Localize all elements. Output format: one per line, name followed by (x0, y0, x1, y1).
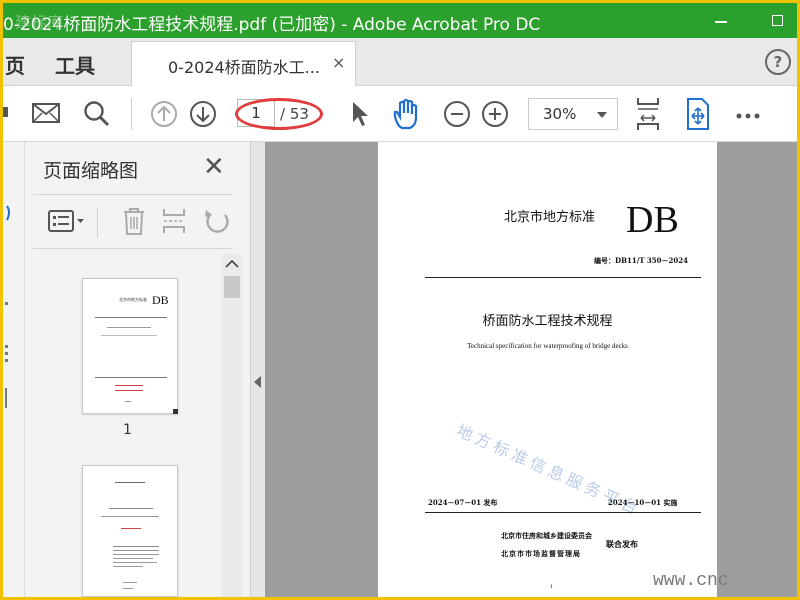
doc-issuer-2: 北京市市场监督管理局 (501, 549, 581, 558)
window-title: 0-2024桥面防水工程技术规程.pdf (已加密) - Adobe Acrob… (3, 15, 541, 35)
mail-icon (32, 103, 60, 123)
fit-page-button[interactable] (635, 96, 661, 136)
scrollbar-thumb[interactable] (224, 276, 240, 298)
page-thumbnail-1-number: 1 (123, 422, 132, 438)
thumb-authority: 北京市地方标准 (119, 297, 147, 302)
panel-divider (33, 248, 233, 249)
arrow-up-icon (151, 101, 177, 127)
hand-icon (393, 98, 418, 130)
help-button[interactable]: ? (765, 49, 791, 75)
next-page-button[interactable] (189, 100, 217, 132)
doc-db-mark: DB (626, 199, 679, 241)
zoom-in-button[interactable] (481, 100, 509, 132)
select-tool-button[interactable] (349, 100, 371, 132)
thumb-db-mark: DB (152, 293, 169, 307)
zoom-value: 30% (543, 105, 577, 123)
zoom-out-button[interactable] (443, 100, 471, 132)
doc-page-number: 1 (550, 584, 554, 590)
insert-page-icon (163, 209, 185, 233)
scroll-mode-button[interactable] (684, 96, 712, 136)
fit-page-icon (637, 98, 659, 130)
doc-joint-issue: 联合发布 (606, 539, 638, 549)
search-button[interactable] (83, 100, 111, 132)
thumbnail-scrollbar[interactable] (222, 254, 242, 597)
zoom-select[interactable]: 30% (528, 98, 618, 130)
panel-title: 页面缩略图 (43, 160, 139, 182)
tab-document[interactable]: 0-2024桥面防水工... × (131, 41, 356, 86)
doc-code: 编号：DB11/T 350－2024 (594, 256, 689, 265)
doc-rule-top (425, 277, 701, 278)
chevron-up-icon[interactable] (225, 258, 239, 268)
toolbar: 1 / 53 30% (3, 86, 797, 142)
zoom-out-icon (444, 101, 470, 127)
email-button[interactable] (31, 101, 61, 129)
save-button[interactable] (3, 104, 9, 120)
more-dots-icon (736, 113, 760, 119)
collapse-arrow-icon[interactable] (254, 376, 261, 388)
hand-tool-button[interactable] (391, 98, 421, 134)
doc-publish-date: 2024－07－01 发布 (428, 498, 498, 507)
rotate-icon (205, 210, 229, 233)
minimize-button[interactable] (706, 7, 736, 33)
rail-icons (5, 205, 10, 408)
maximize-button[interactable] (763, 7, 793, 33)
doc-authority: 北京市地方标准 (504, 210, 596, 225)
more-tools-button[interactable] (735, 106, 761, 125)
doc-implement-date: 2024－10－01 实施 (608, 498, 678, 507)
tab-close-button[interactable]: × (332, 53, 345, 72)
maximize-icon (772, 15, 783, 26)
page-thumbnail-2[interactable] (82, 465, 178, 597)
site-watermark: www.cnc (653, 571, 729, 591)
thumbnail-options-button[interactable] (47, 208, 87, 238)
cursor-arrow-icon (353, 102, 368, 126)
document-page: 北京市地方标准 DB 编号：DB11/T 350－2024 桥面防水工程技术规程… (378, 142, 717, 597)
corner-watermark: 建标库 (15, 13, 64, 32)
left-navigation-rail (3, 142, 25, 597)
toolbar-separator (131, 98, 132, 130)
arrow-down-icon (190, 101, 216, 127)
panel-close-button[interactable]: ✕ (203, 152, 225, 182)
panel-divider (33, 194, 233, 195)
minimize-icon (715, 21, 727, 23)
previous-page-button[interactable] (150, 100, 178, 132)
doc-rule-bottom (425, 512, 701, 513)
app-window: 0-2024桥面防水工程技术规程.pdf (已加密) - Adobe Acrob… (3, 3, 797, 597)
options-menu-icon (48, 210, 84, 232)
tab-document-label: 0-2024桥面防水工... (168, 58, 320, 77)
page-thumbnail-1[interactable]: 北京市地方标准 DB (82, 278, 178, 414)
trash-icon (124, 208, 144, 235)
tab-bar: 页 工具 0-2024桥面防水工... × ? (3, 38, 797, 86)
search-icon (84, 101, 110, 127)
tab-tools[interactable]: 工具 (55, 50, 95, 79)
rotate-button[interactable] (203, 206, 231, 240)
chevron-down-icon (597, 112, 607, 118)
save-icon (3, 107, 8, 117)
panel-separator (97, 208, 98, 238)
scroll-mode-icon (687, 98, 709, 130)
doc-issuer-1: 北京市住房和城乡建设委员会 (501, 531, 592, 540)
doc-title-cn: 桥面防水工程技术规程 (482, 314, 613, 329)
insert-page-button[interactable] (161, 206, 187, 240)
highlight-annotation-ellipse (235, 98, 323, 130)
doc-title-en: Technical specification for waterproofin… (467, 342, 628, 350)
zoom-in-icon (482, 101, 508, 127)
document-viewport[interactable]: 北京市地方标准 DB 编号：DB11/T 350－2024 桥面防水工程技术规程… (265, 142, 797, 597)
delete-pages-button[interactable] (121, 206, 147, 240)
title-bar: 0-2024桥面防水工程技术规程.pdf (已加密) - Adobe Acrob… (3, 3, 797, 38)
page-thumbnails-panel: 页面缩略图 ✕ 北京市地方标准 DB 1 (25, 142, 251, 597)
panel-collapse-strip[interactable] (251, 142, 265, 597)
tab-home[interactable]: 页 (5, 50, 25, 79)
